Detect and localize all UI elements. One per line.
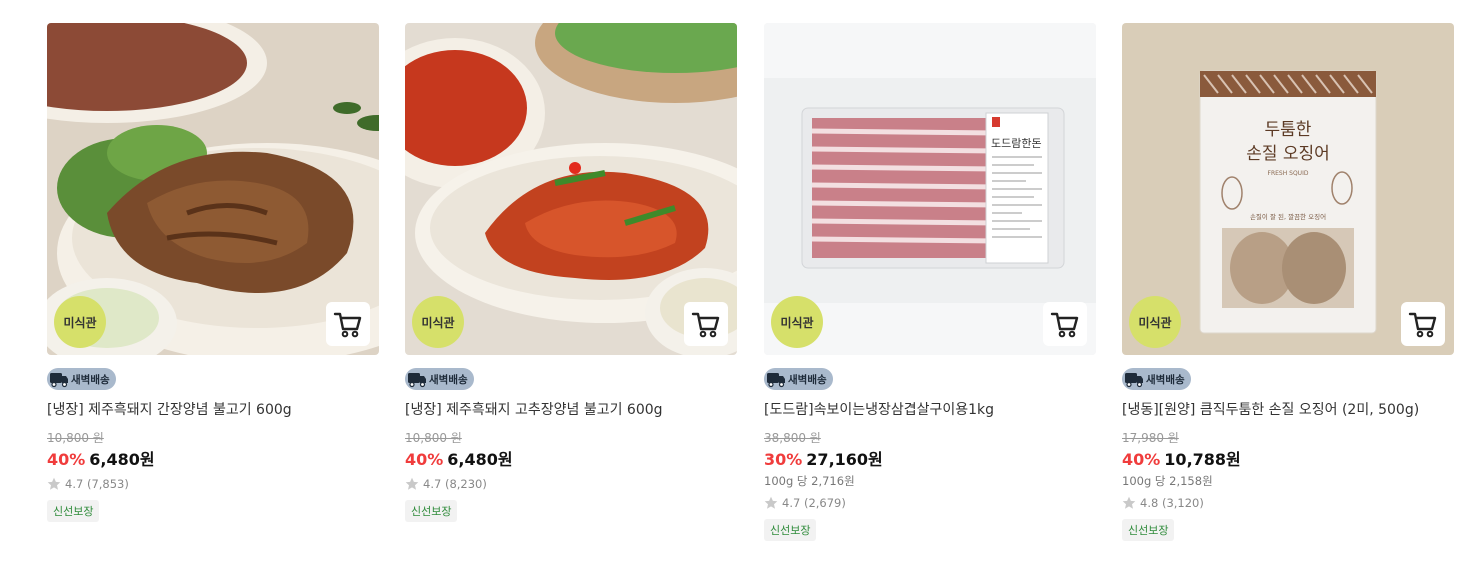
freshness-tag: 신선보장: [1122, 519, 1175, 541]
product-card[interactable]: 미식관 새벽배송 [냉장] 제주흑돼지 고추장양념 불고기 600g 10,80…: [405, 23, 737, 522]
unit-price: 100g 당 2,716원: [764, 474, 855, 488]
truck-icon: [767, 373, 785, 388]
package-sub: FRESH SQUID: [1268, 170, 1309, 177]
truck-icon: [50, 373, 68, 388]
original-price: 10,800 원: [47, 431, 104, 445]
sale-price: 6,480원: [89, 450, 155, 469]
rating-score: 4.7: [423, 477, 442, 491]
product-image[interactable]: 도드람한돈 미식관: [764, 23, 1096, 355]
price-row: 40% 6,480원: [47, 450, 379, 470]
mishik-badge: 미식관: [412, 296, 464, 348]
discount-rate: 30%: [764, 450, 803, 469]
sale-price: 6,480원: [447, 450, 513, 469]
review-count: (8,230): [444, 477, 487, 491]
product-title[interactable]: [냉장] 제주흑돼지 고추장양념 불고기 600g: [405, 401, 737, 419]
original-price: 17,980 원: [1122, 431, 1179, 445]
star-icon: [764, 496, 778, 509]
sale-price: 10,788원: [1164, 450, 1241, 469]
review-count: (2,679): [803, 496, 846, 510]
package-brand-label: 도드람한돈: [991, 137, 1042, 150]
rating: 4.8 (3,120): [1122, 495, 1454, 511]
rating: 4.7 (8,230): [405, 476, 737, 492]
cart-icon: [691, 312, 720, 338]
freshness-tag: 신선보장: [47, 500, 100, 522]
cart-icon: [1050, 312, 1079, 338]
package-line1: 두툼한: [1265, 120, 1312, 140]
review-count: (7,853): [86, 477, 129, 491]
sale-price: 27,160원: [806, 450, 883, 469]
delivery-label: 새벽배송: [1146, 373, 1185, 386]
original-price: 38,800 원: [764, 431, 821, 445]
product-image[interactable]: 두툼한 손질 오징어 FRESH SQUID 손질이 잘 된, 깔끔한 오징어 …: [1122, 23, 1454, 355]
mishik-badge: 미식관: [1129, 296, 1181, 348]
dawn-delivery-badge: 새벽배송: [764, 368, 833, 390]
product-card[interactable]: 두툼한 손질 오징어 FRESH SQUID 손질이 잘 된, 깔끔한 오징어 …: [1122, 23, 1454, 541]
review-count: (3,120): [1161, 496, 1204, 510]
dawn-delivery-badge: 새벽배송: [405, 368, 474, 390]
add-to-cart-button[interactable]: [1043, 302, 1087, 346]
truck-icon: [408, 373, 426, 388]
rating: 4.7 (2,679): [764, 495, 1096, 511]
cart-icon: [1408, 312, 1437, 338]
package-note: 손질이 잘 된, 깔끔한 오징어: [1250, 212, 1326, 221]
product-image[interactable]: 미식관: [47, 23, 379, 355]
freshness-tag: 신선보장: [764, 519, 817, 541]
dawn-delivery-badge: 새벽배송: [47, 368, 116, 390]
product-card[interactable]: 도드람한돈 미식관 새벽배송 [도드람]속보이는냉장삼겹살구이용1kg 38,8…: [764, 23, 1096, 541]
unit-price: 100g 당 2,158원: [1122, 474, 1213, 488]
freshness-tag: 신선보장: [405, 500, 458, 522]
discount-rate: 40%: [405, 450, 444, 469]
delivery-label: 새벽배송: [788, 373, 827, 386]
price-row: 30% 27,160원: [764, 450, 1096, 470]
product-grid: 미식관 새벽배송 [냉장] 제주흑돼지 간장양념 불고기 600g 10,800…: [0, 0, 1470, 588]
cart-icon: [333, 312, 362, 338]
rating: 4.7 (7,853): [47, 476, 379, 492]
original-price: 10,800 원: [405, 431, 462, 445]
product-card[interactable]: 미식관 새벽배송 [냉장] 제주흑돼지 간장양념 불고기 600g 10,800…: [47, 23, 379, 522]
truck-icon: [1125, 373, 1143, 388]
add-to-cart-button[interactable]: [326, 302, 370, 346]
delivery-label: 새벽배송: [429, 373, 468, 386]
rating-score: 4.7: [65, 477, 84, 491]
add-to-cart-button[interactable]: [684, 302, 728, 346]
rating-score: 4.7: [782, 496, 801, 510]
rating-score: 4.8: [1140, 496, 1159, 510]
star-icon: [1122, 496, 1136, 509]
mishik-badge: 미식관: [771, 296, 823, 348]
product-title[interactable]: [도드람]속보이는냉장삼겹살구이용1kg: [764, 401, 1096, 419]
price-row: 40% 10,788원: [1122, 450, 1454, 470]
star-icon: [405, 477, 419, 490]
delivery-label: 새벽배송: [71, 373, 110, 386]
add-to-cart-button[interactable]: [1401, 302, 1445, 346]
discount-rate: 40%: [1122, 450, 1161, 469]
package-line2: 손질 오징어: [1246, 144, 1330, 164]
product-image[interactable]: 미식관: [405, 23, 737, 355]
product-title[interactable]: [냉장] 제주흑돼지 간장양념 불고기 600g: [47, 401, 379, 419]
product-title[interactable]: [냉동][원양] 큼직두툼한 손질 오징어 (2미, 500g): [1122, 401, 1454, 419]
star-icon: [47, 477, 61, 490]
discount-rate: 40%: [47, 450, 86, 469]
price-row: 40% 6,480원: [405, 450, 737, 470]
mishik-badge: 미식관: [54, 296, 106, 348]
dawn-delivery-badge: 새벽배송: [1122, 368, 1191, 390]
